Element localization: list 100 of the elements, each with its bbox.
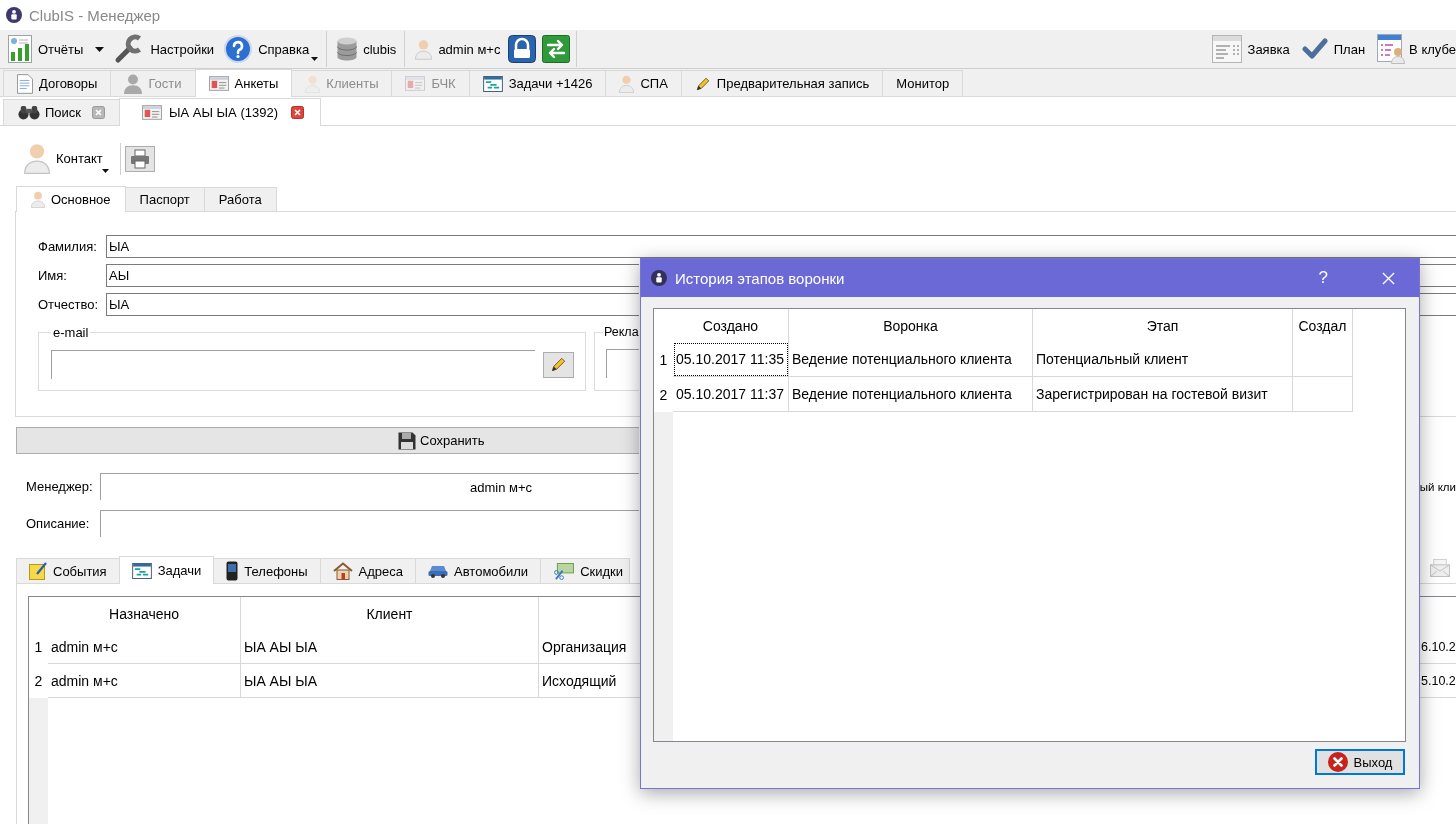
house-icon bbox=[332, 562, 353, 580]
field-label: Описание: bbox=[26, 516, 91, 531]
text-field[interactable] bbox=[606, 349, 639, 378]
table-cell: Потенциальный клиент bbox=[1033, 342, 1293, 377]
id-card-icon bbox=[142, 105, 163, 120]
close-icon[interactable] bbox=[92, 106, 106, 119]
tab[interactable]: Основное bbox=[16, 186, 126, 212]
toolbar-button[interactable]: Справка bbox=[222, 32, 321, 66]
cancel-icon bbox=[1327, 752, 1348, 772]
field-label: Фамилия: bbox=[38, 239, 98, 254]
close-icon[interactable] bbox=[291, 106, 304, 119]
text-field[interactable]: ЫА bbox=[106, 235, 1456, 258]
tab[interactable]: Телефоны bbox=[213, 558, 321, 583]
caret-icon bbox=[95, 46, 105, 52]
table-cell bbox=[1293, 342, 1353, 377]
dialog-title: История этапов воронки bbox=[675, 269, 845, 287]
row-number: 2 bbox=[658, 385, 669, 405]
column-header[interactable]: Клиент bbox=[241, 597, 539, 630]
tab[interactable]: Паспорт bbox=[124, 187, 205, 211]
exit-button[interactable]: Выход bbox=[1315, 749, 1405, 775]
roster-icon bbox=[1377, 34, 1406, 64]
save-button[interactable]: Сохранить bbox=[16, 427, 639, 454]
table-cell: ЫА АЫ ЫА bbox=[241, 664, 539, 698]
toolbar-button[interactable]: План bbox=[1299, 32, 1368, 66]
table-cell: Зарегистрирован на гостевой визит bbox=[1033, 377, 1293, 412]
table-cell: ЫА АЫ ЫА bbox=[241, 630, 539, 664]
text-field[interactable]: ЫА bbox=[106, 293, 639, 316]
person-icon bbox=[415, 38, 433, 60]
tasks-icon bbox=[482, 75, 503, 92]
tab[interactable]: Автомобили bbox=[415, 558, 542, 583]
help-button[interactable]: ? bbox=[1312, 268, 1334, 288]
pencil-icon bbox=[550, 356, 567, 373]
row-number: 1 bbox=[33, 638, 44, 657]
padlock-icon[interactable] bbox=[508, 35, 537, 63]
person-icon bbox=[24, 143, 50, 174]
pencil-icon bbox=[694, 75, 711, 92]
window-title: ClubIS - Менеджер bbox=[29, 6, 161, 24]
toolbar-button[interactable]: clubis bbox=[335, 32, 399, 66]
note-icon bbox=[29, 562, 47, 580]
phone-icon bbox=[226, 561, 239, 581]
toolbar-button[interactable]: В клубе bbox=[1375, 32, 1456, 66]
tab[interactable]: Монитор bbox=[882, 70, 964, 96]
tasks-icon bbox=[131, 562, 152, 579]
table-cell bbox=[1293, 377, 1353, 412]
person-icon bbox=[31, 191, 45, 208]
database-icon bbox=[337, 37, 358, 61]
table-cell: Ведение потенциального клиента bbox=[789, 377, 1033, 412]
caret-icon bbox=[311, 57, 319, 61]
bar-chart-icon bbox=[8, 35, 32, 63]
person-icon bbox=[124, 73, 143, 94]
tab[interactable]: ЫА АЫ ЫА (1392) bbox=[119, 98, 321, 126]
printer-icon bbox=[129, 148, 150, 169]
table-cell: admin м+с bbox=[48, 664, 241, 698]
arrows-icon[interactable] bbox=[542, 35, 571, 63]
description-field[interactable] bbox=[100, 510, 639, 537]
id-card-icon bbox=[208, 76, 229, 91]
toolbar-button[interactable]: admin м+с bbox=[413, 32, 503, 66]
app-icon bbox=[651, 270, 667, 286]
id-card-icon bbox=[405, 76, 426, 91]
person-icon bbox=[619, 74, 635, 93]
tab[interactable]: Скидки bbox=[540, 558, 630, 583]
column-header[interactable]: Воронка bbox=[789, 309, 1033, 342]
table-cell: Ведение потенциального клиента bbox=[789, 342, 1033, 377]
contact-button[interactable]: Контакт bbox=[22, 140, 109, 177]
table-cell: Организация bbox=[542, 638, 627, 655]
form-icon bbox=[1211, 35, 1242, 63]
column-header[interactable]: Этап bbox=[1033, 309, 1293, 342]
toolbar-button[interactable]: Заявка bbox=[1209, 32, 1292, 66]
tab[interactable]: Задачи bbox=[118, 556, 215, 584]
column-header[interactable]: Создано bbox=[673, 309, 789, 342]
tab[interactable]: События bbox=[16, 558, 120, 583]
tab[interactable]: Работа bbox=[203, 187, 277, 211]
tab[interactable]: СПА bbox=[605, 70, 682, 96]
table-cell: Исходящий bbox=[542, 672, 617, 689]
edit-button[interactable] bbox=[543, 351, 574, 378]
field-label: Менеджер: bbox=[26, 479, 94, 494]
tab[interactable]: Анкеты bbox=[194, 69, 293, 97]
print-button[interactable] bbox=[124, 145, 155, 172]
tab[interactable]: Поиск bbox=[3, 99, 121, 125]
app-icon bbox=[6, 7, 22, 23]
column-header[interactable]: Создал bbox=[1293, 309, 1353, 342]
group-title: e-mail bbox=[52, 325, 90, 340]
field-text: ый кли bbox=[1419, 480, 1456, 493]
manager-field[interactable]: admin м+с bbox=[100, 473, 639, 500]
row-number: 1 bbox=[658, 350, 669, 370]
caret-icon bbox=[101, 169, 109, 173]
menu-button[interactable]: Отчёты bbox=[6, 32, 107, 66]
field-label: Имя: bbox=[38, 268, 68, 283]
toolbar-button[interactable]: Настройки bbox=[112, 32, 217, 66]
column-header[interactable]: Назначено bbox=[48, 597, 241, 630]
tab[interactable]: Адреса bbox=[319, 558, 417, 583]
document-icon bbox=[17, 73, 33, 94]
checkmark-icon bbox=[1301, 38, 1328, 60]
table-cell: 05.10.2017 11:37 bbox=[673, 377, 789, 412]
group-title: Рекла bbox=[603, 325, 640, 339]
binoculars-icon bbox=[18, 105, 40, 120]
row-number: 2 bbox=[33, 672, 44, 691]
text-field[interactable]: АЫ bbox=[106, 264, 639, 287]
tab[interactable]: Договоры bbox=[3, 70, 112, 96]
table-cell: admin м+с bbox=[48, 630, 241, 664]
